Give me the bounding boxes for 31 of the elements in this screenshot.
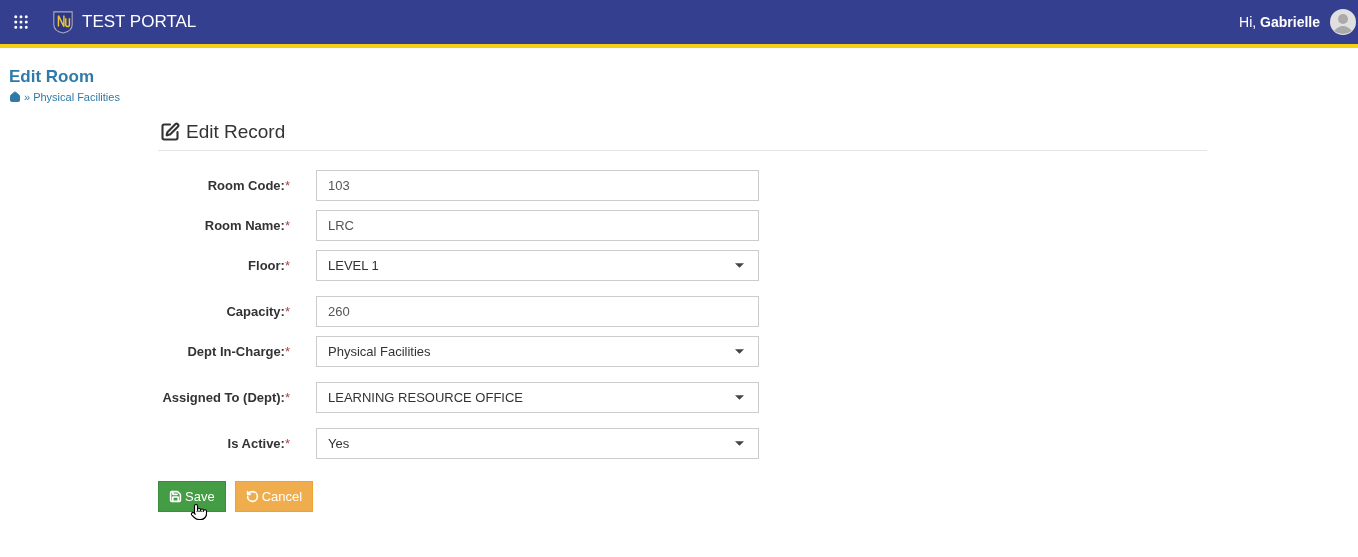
field-label: Room Code:* <box>206 176 290 195</box>
field-label: Floor:* <box>247 256 290 275</box>
home-icon[interactable] <box>9 91 21 104</box>
caret-icon <box>735 263 744 268</box>
caret-icon <box>735 441 744 446</box>
dropdown-field[interactable]: Yes <box>316 428 759 459</box>
dropdown-field[interactable]: Physical Facilities <box>316 336 759 367</box>
breadcrumb-separator: » <box>24 90 31 105</box>
user-greeting: Hi, Gabrielle <box>1239 12 1320 32</box>
breadcrumb-link[interactable]: Physical Facilities <box>33 89 120 106</box>
apps-menu-icon[interactable] <box>12 13 30 31</box>
caret-icon <box>735 395 744 400</box>
field-label: Is Active:* <box>226 434 290 453</box>
text-field[interactable]: 260 <box>316 296 759 327</box>
text-field[interactable]: LRC <box>316 210 759 241</box>
field-label: Dept In-Charge:* <box>186 342 290 361</box>
hand-cursor-icon <box>190 501 208 523</box>
logo-icon <box>52 10 74 34</box>
dropdown-field[interactable]: LEVEL 1 <box>316 250 759 281</box>
page-title: Edit Room <box>9 66 95 88</box>
dropdown-field[interactable]: LEARNING RESOURCE OFFICE <box>316 382 759 413</box>
field-label: Capacity:* <box>225 302 290 321</box>
avatar-icon[interactable] <box>1330 9 1356 35</box>
form-heading: Edit Record <box>186 119 286 144</box>
caret-icon <box>735 349 744 354</box>
undo-icon <box>245 490 259 503</box>
edit-icon <box>160 121 180 142</box>
field-label: Assigned To (Dept):* <box>161 388 290 407</box>
portal-title: TEST PORTAL <box>82 11 197 34</box>
text-field[interactable]: 103 <box>316 170 759 201</box>
field-label: Room Name:* <box>203 216 290 235</box>
